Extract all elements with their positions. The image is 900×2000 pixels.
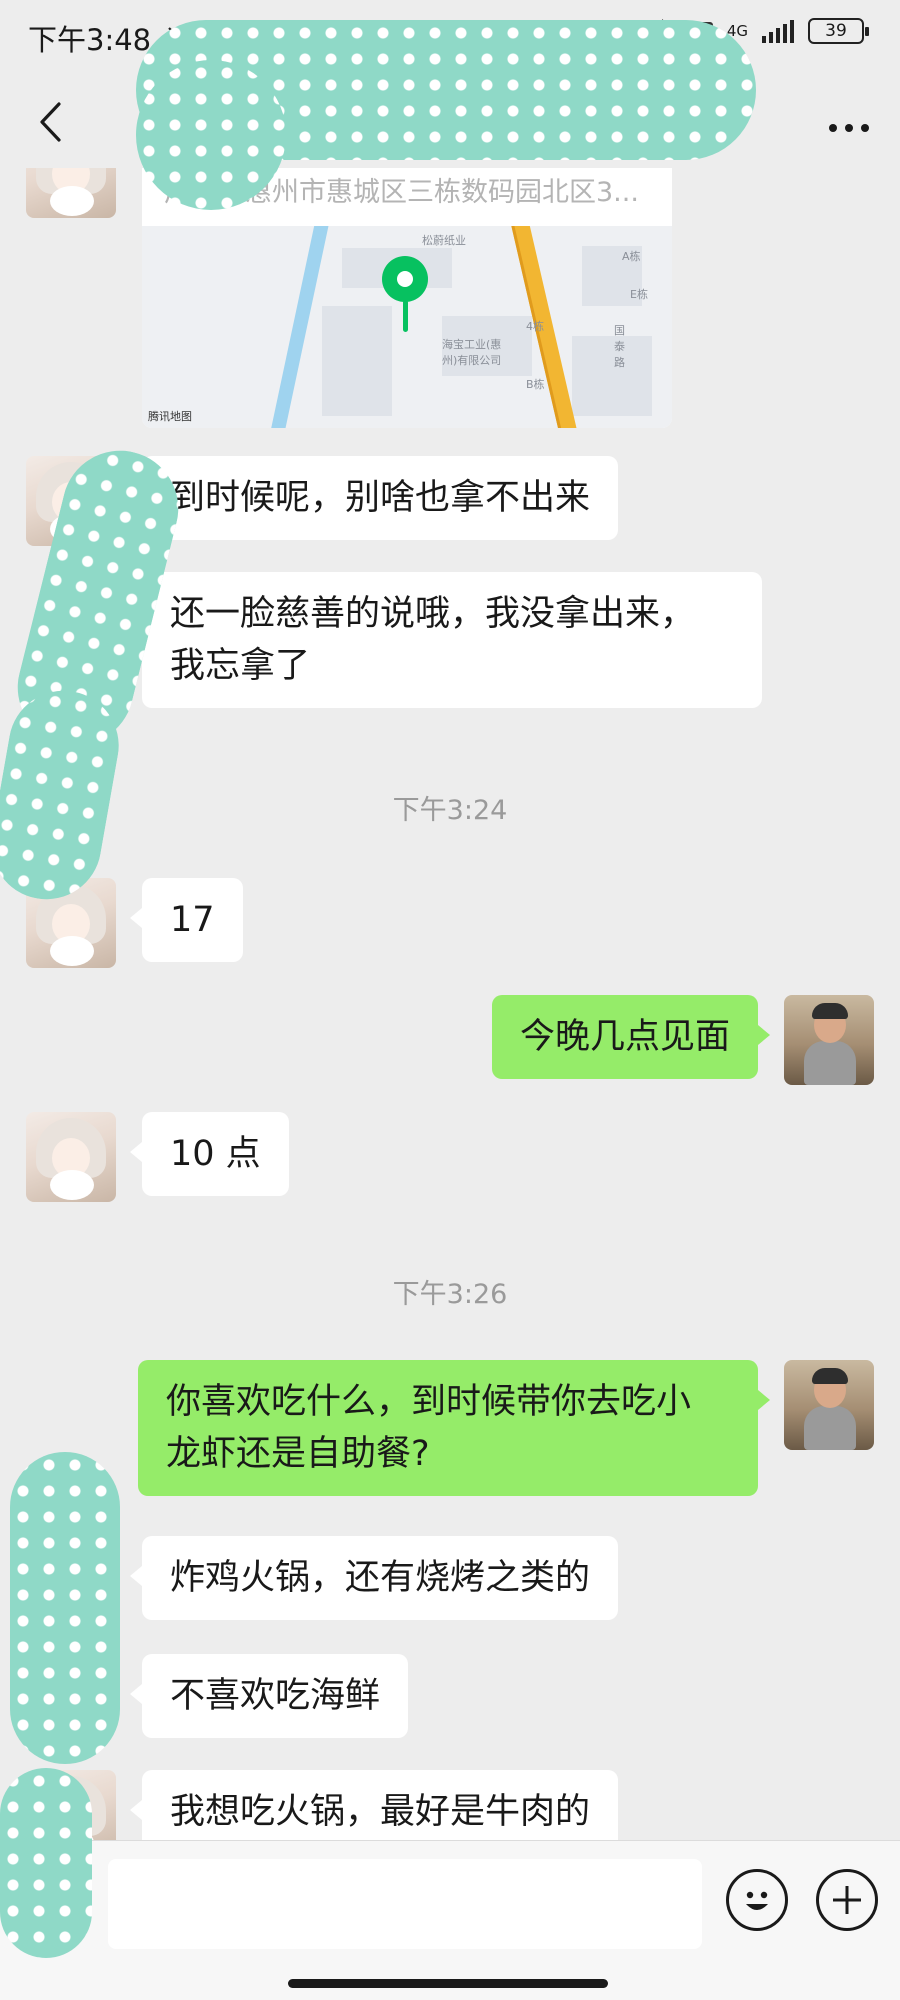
message-timestamp: 下午3:26 (392, 1279, 508, 1310)
more-dots-icon[interactable] (828, 102, 870, 142)
map-label: 海宝工业(惠州)有限公司 (442, 338, 502, 367)
map-label: 国泰路 (614, 324, 625, 369)
message-bubble[interactable]: 还一脸慈善的说哦，我没拿出来， 我忘拿了 (130, 572, 762, 708)
battery-icon: 39 (808, 18, 869, 44)
message-bubble[interactable]: 10 点 (130, 1112, 289, 1196)
emoji-icon[interactable] (726, 1869, 788, 1931)
home-indicator (288, 1979, 608, 1988)
map-label: E栋 (630, 288, 648, 301)
message-bubble-mine[interactable]: 今晚几点见面 (491, 995, 771, 1079)
map-label: 4栋 (526, 320, 544, 333)
message-bubble[interactable]: 17 (130, 878, 243, 962)
message-bubble[interactable]: 不喜欢吃海鲜 (129, 1654, 409, 1738)
my-avatar[interactable] (784, 1360, 874, 1450)
avatar[interactable] (26, 168, 116, 218)
message-input-bar (0, 1840, 900, 2000)
map-label: A栋 (622, 250, 641, 263)
message-bubble[interactable]: 到时候呢，别啥也拿不出来 (129, 456, 619, 540)
message-bubble[interactable]: 我想吃火锅，最好是牛肉的 (129, 1770, 619, 1840)
map-pin-icon (382, 256, 428, 302)
privacy-redaction (10, 1452, 120, 1764)
status-time: 下午3:48 (28, 23, 152, 57)
avatar[interactable] (26, 1112, 116, 1202)
chevron-left-icon[interactable] (30, 102, 70, 142)
map-label: B栋 (526, 378, 545, 391)
plus-icon[interactable] (816, 1869, 878, 1931)
battery-level: 39 (825, 21, 847, 41)
privacy-redaction (136, 60, 286, 210)
map-brand: 腾讯地图 (148, 410, 192, 423)
privacy-redaction (0, 1768, 92, 1958)
message-timestamp: 下午3:24 (392, 795, 508, 826)
message-input[interactable] (108, 1859, 702, 1949)
message-bubble-mine[interactable]: 你喜欢吃什么，到时候带你去吃小 龙虾还是自助餐? (138, 1360, 770, 1496)
map-pin-stem (403, 300, 408, 332)
my-avatar[interactable] (784, 995, 874, 1085)
map-label: 松蔚纸业 (422, 234, 466, 247)
signal-icon (762, 19, 794, 43)
chat-message-list[interactable]: 广东省惠州市惠城区三栋数码园北区3... 松蔚纸业 海宝工业(惠州)有限公司 A… (0, 168, 900, 1840)
message-bubble[interactable]: 炸鸡火锅，还有烧烤之类的 (129, 1536, 619, 1620)
map-thumbnail: 松蔚纸业 海宝工业(惠州)有限公司 A栋 E栋 B栋 4栋 国泰路 腾讯地图 (142, 226, 672, 428)
